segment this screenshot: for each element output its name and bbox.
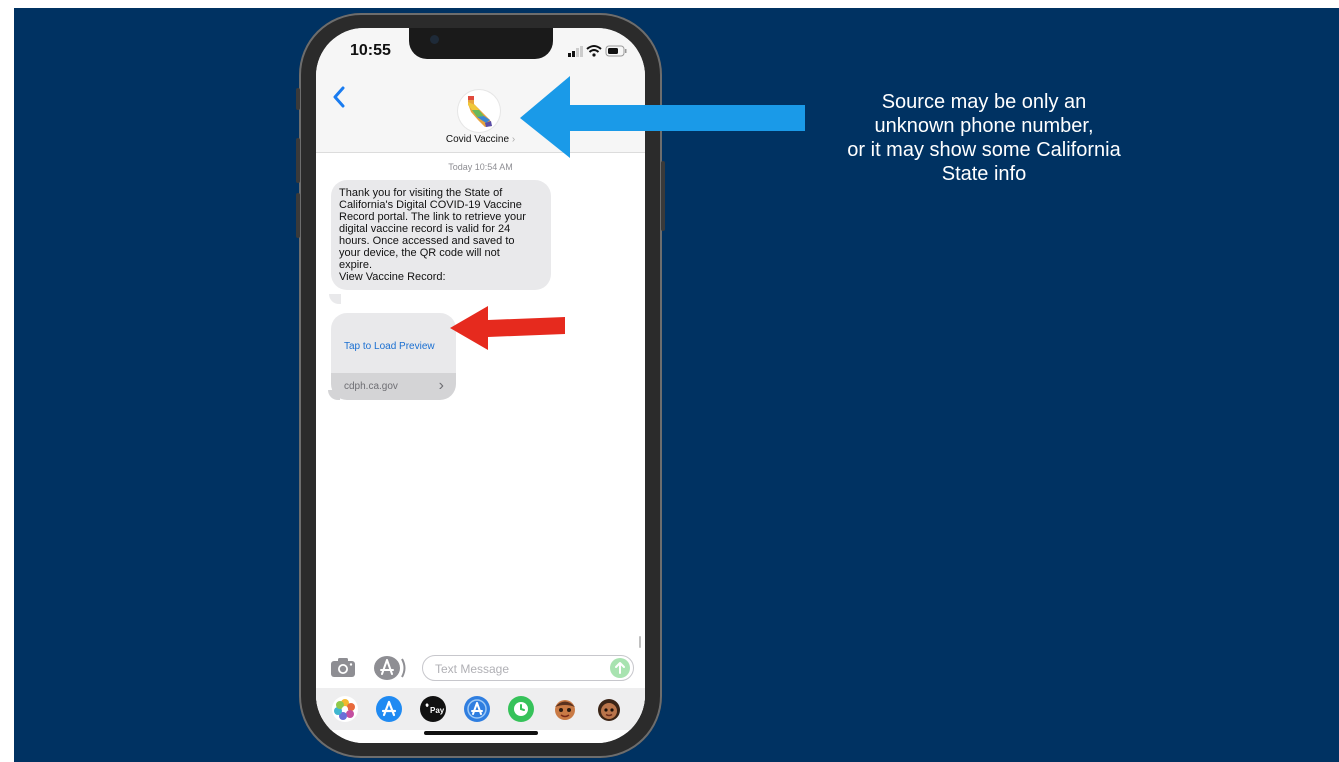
message-composer: Text Message Pay [316, 651, 645, 743]
send-button[interactable] [610, 658, 630, 678]
arrow-up-icon [615, 662, 625, 674]
link-preview-card[interactable]: Tap to Load Preview cdph.ca.gov › [331, 313, 456, 400]
app-tray: Pay [316, 688, 645, 730]
text-message-placeholder: Text Message [435, 662, 510, 676]
back-button[interactable] [332, 86, 346, 113]
camera-button[interactable] [330, 656, 356, 683]
photos-icon[interactable] [332, 696, 358, 722]
status-icons [568, 44, 628, 63]
link-domain: cdph.ca.gov [344, 381, 398, 392]
apple-pay-label: Pay [430, 706, 445, 715]
link-preview-footer[interactable]: cdph.ca.gov › [331, 373, 456, 400]
battery-icon [605, 45, 627, 57]
app-store-apps-icon [374, 656, 406, 680]
side-button [661, 161, 665, 231]
clock-icon[interactable] [508, 696, 534, 722]
app-store-icon[interactable] [376, 696, 402, 722]
mute-switch [296, 88, 300, 110]
cellular-signal-icon [568, 46, 583, 57]
contact-name: Covid Vaccine [445, 134, 510, 145]
callout-text: Source may be only an unknown phone numb… [784, 90, 1184, 186]
california-logo-icon [468, 96, 492, 127]
callout-line: State info [941, 163, 1027, 185]
front-camera-icon [430, 35, 439, 44]
contact-name-row[interactable]: Covid Vaccine › [316, 134, 645, 145]
tap-to-load-preview-link[interactable]: Tap to Load Preview [344, 341, 435, 352]
text-message-input[interactable]: Text Message [422, 655, 634, 681]
message-line: View Vaccine Record: [339, 271, 446, 283]
chevron-right-icon: › [438, 377, 444, 394]
memoji-alt-icon[interactable] [596, 696, 622, 722]
memoji-icon[interactable] [552, 696, 578, 722]
message-line: Thank you for visiting the State of [339, 187, 503, 199]
app-store-alt-icon[interactable] [464, 696, 490, 722]
apps-button[interactable] [373, 655, 409, 686]
message-line: digital vaccine record is valid for 24 [339, 223, 511, 235]
volume-down-button [296, 193, 300, 238]
link-preview-body[interactable]: Tap to Load Preview [331, 313, 456, 373]
incoming-message-bubble[interactable]: Thank you for visiting the State of Cali… [331, 180, 551, 290]
message-line: your device, the QR code will not [339, 247, 500, 259]
wifi-icon [586, 45, 602, 57]
volume-up-button [296, 138, 300, 183]
message-line: hours. Once accessed and saved to [339, 235, 515, 247]
message-line: expire. [339, 259, 373, 271]
phone-screen: 10:55 Covid Vaccine › Today 10:54 AM Tha… [316, 28, 645, 743]
camera-icon [331, 658, 355, 677]
home-indicator [424, 731, 538, 735]
phone-frame: 10:55 Covid Vaccine › Today 10:54 AM Tha… [296, 13, 665, 758]
bubble-tail [329, 294, 341, 304]
callout-line: or it may show some California [847, 139, 1121, 161]
camera-notch [409, 28, 553, 59]
slide-background: Source may be only an unknown phone numb… [14, 8, 1339, 762]
chevron-left-icon [333, 86, 345, 108]
status-time: 10:55 [350, 42, 391, 59]
message-timestamp: Today 10:54 AM [448, 162, 513, 172]
callout-line: Source may be only an [881, 91, 1087, 113]
chevron-right-icon: › [511, 134, 516, 145]
apple-pay-icon[interactable]: Pay [420, 696, 446, 722]
callout-line: unknown phone number, [874, 115, 1094, 137]
message-line: California's Digital COVID-19 Vaccine [339, 199, 522, 211]
contact-avatar[interactable] [458, 90, 500, 132]
scroll-indicator [639, 636, 641, 648]
message-line: Record portal. The link to retrieve your [339, 211, 526, 223]
